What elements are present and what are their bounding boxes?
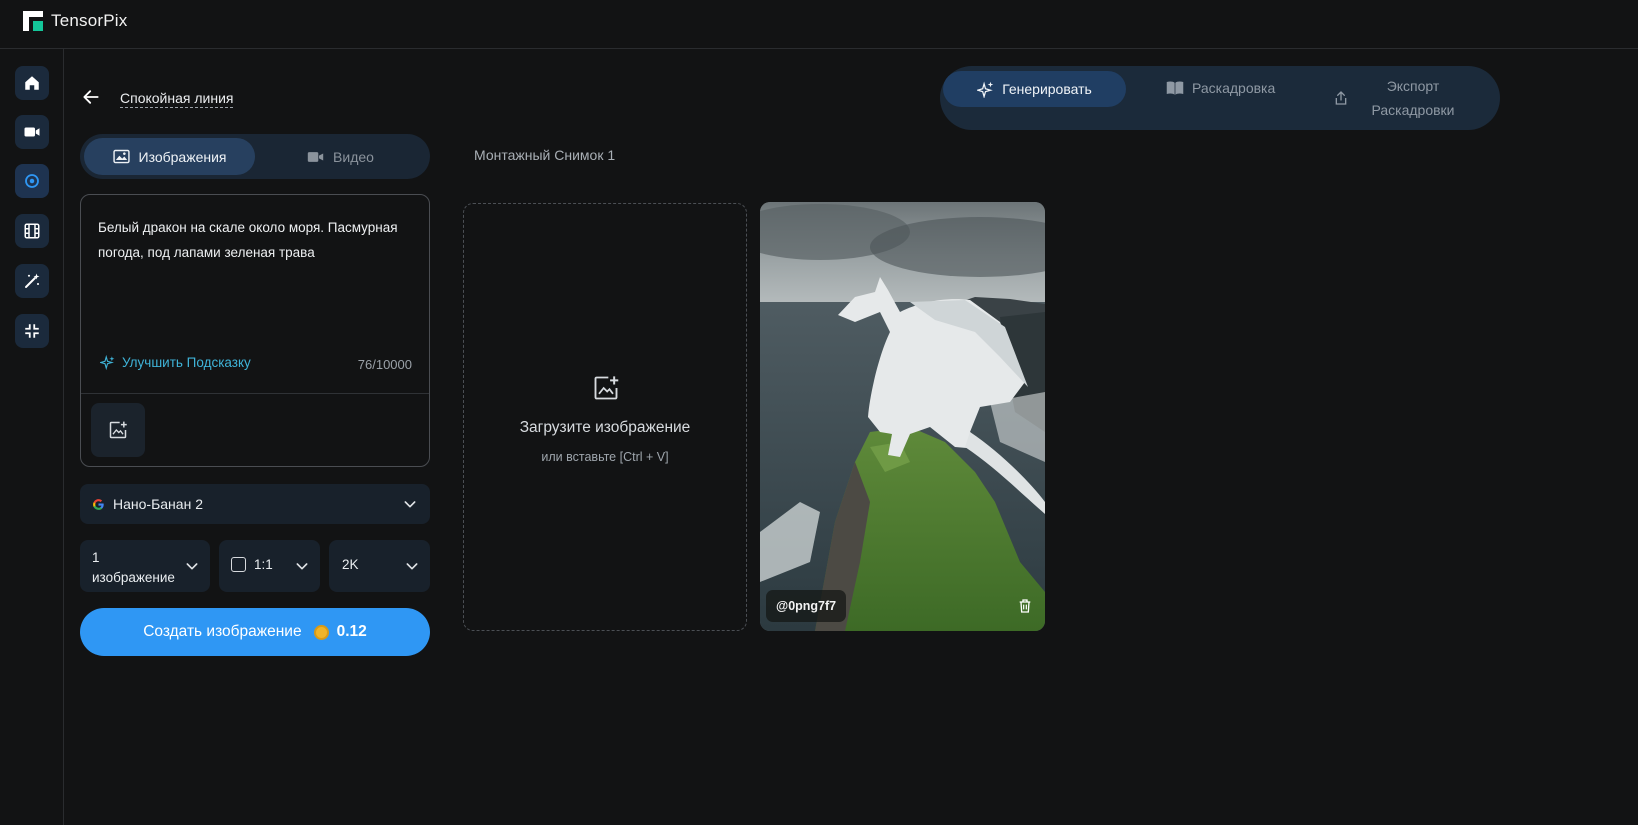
chevron-down-icon (296, 563, 308, 570)
create-image-button[interactable]: Создать изображение 0.12 (80, 608, 430, 656)
project-name[interactable]: Спокойная линия (120, 90, 234, 108)
resolution-value: 2K (342, 557, 359, 572)
tab-video-label: Видео (333, 148, 374, 165)
prompt-textarea[interactable]: Белый дракон на скале около моря. Пасмур… (98, 215, 418, 265)
dragon-image (760, 202, 1045, 631)
sparkle-icon (100, 355, 115, 370)
rail-storyboard-button[interactable] (15, 164, 49, 198)
rail-magic-button[interactable] (15, 264, 49, 298)
tab-images[interactable]: Изображения (84, 138, 255, 175)
app-name: TensorPix (51, 11, 128, 30)
aspect-ratio-select[interactable]: 1:1 (219, 540, 320, 592)
image-tag[interactable]: @0png7f7 (766, 590, 847, 622)
sparkle-icon (977, 81, 994, 98)
collapse-icon (25, 324, 39, 338)
image-count-value: 1 изображение (92, 550, 175, 585)
upload-dropzone[interactable]: Загрузите изображение или вставьте [Ctrl… (463, 203, 747, 631)
arrow-left-icon (83, 90, 99, 104)
add-reference-image-button[interactable] (91, 403, 145, 457)
character-counter: 76/10000 (357, 357, 412, 372)
square-ratio-icon (231, 557, 246, 572)
image-count-select[interactable]: 1 изображение (80, 540, 210, 592)
prompt-box: Белый дракон на скале около моря. Пасмур… (80, 194, 430, 467)
model-select[interactable]: Нано-Банан 2 (80, 484, 430, 524)
aspect-ratio-value: 1:1 (254, 557, 273, 572)
storyboard-label: Раскадровка (1192, 80, 1276, 96)
tab-images-label: Изображения (138, 148, 227, 165)
generated-image-card[interactable]: @0png7f7 (760, 202, 1045, 631)
storyboard-button[interactable]: Раскадровка (1166, 80, 1275, 96)
share-icon (1335, 91, 1347, 105)
book-icon (1166, 81, 1184, 95)
enhance-prompt-label: Улучшить Подсказку (122, 355, 251, 370)
coin-icon (313, 624, 329, 640)
add-image-icon (594, 376, 619, 400)
divider (81, 393, 429, 394)
rail-video-button[interactable] (15, 115, 49, 149)
brand[interactable]: TensorPix (23, 11, 127, 31)
home-icon (25, 76, 39, 90)
trash-icon[interactable] (1017, 598, 1033, 614)
chevron-down-icon (186, 563, 198, 570)
video-camera-icon (307, 151, 324, 162)
chevron-down-icon (404, 501, 416, 508)
resolution-select[interactable]: 2K (329, 540, 430, 592)
magic-wand-icon (25, 273, 40, 288)
add-image-icon (109, 421, 127, 439)
export-storyboard-button[interactable]: Экспорт Раскадровки (1333, 74, 1469, 122)
mode-tabs: Изображения Видео (80, 134, 430, 179)
model-name: Нано-Банан 2 (113, 496, 203, 512)
back-button[interactable] (81, 87, 101, 112)
tab-video[interactable]: Видео (255, 138, 426, 175)
rail-home-button[interactable] (15, 66, 49, 100)
upload-subtitle: или вставьте [Ctrl + V] (541, 450, 669, 464)
side-rail (0, 49, 64, 825)
shot-title: Монтажный Снимок 1 (474, 147, 616, 163)
generate-button[interactable]: Генерировать (943, 71, 1126, 107)
create-image-label: Создать изображение (143, 623, 302, 640)
enhance-prompt-button[interactable]: Улучшить Подсказку (100, 355, 251, 370)
film-icon (24, 223, 40, 239)
credit-cost: 0.12 (336, 623, 367, 640)
chevron-down-icon (406, 563, 418, 570)
target-icon (25, 174, 39, 188)
generate-label: Генерировать (1002, 81, 1092, 97)
image-icon (112, 149, 130, 164)
export-storyboard-label: Экспорт Раскадровки (1371, 78, 1455, 118)
top-bar: TensorPix (0, 0, 1638, 49)
upload-title: Загрузите изображение (519, 419, 691, 436)
action-bar: Генерировать Раскадровка Экспорт Раскадр… (940, 66, 1500, 130)
rail-collapse-button[interactable] (15, 314, 49, 348)
video-camera-icon (24, 127, 40, 137)
google-icon (93, 498, 104, 510)
rail-film-button[interactable] (15, 214, 49, 248)
logo-icon (23, 11, 43, 31)
